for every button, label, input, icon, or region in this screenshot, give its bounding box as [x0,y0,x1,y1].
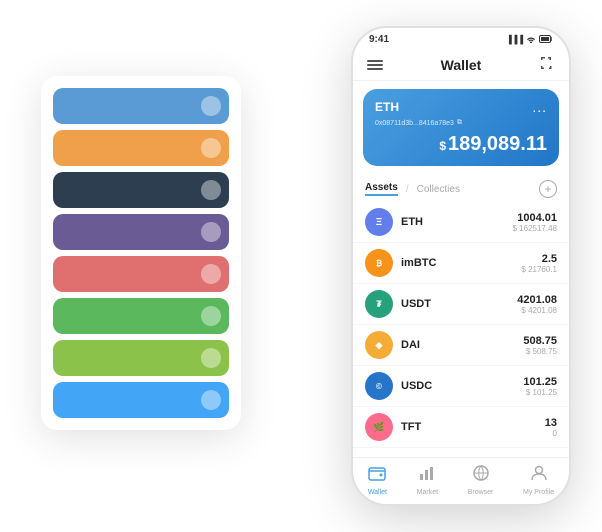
eth-address: 0x08711d3b...8416a78e3 ⧉ [375,119,547,127]
imbtc-usd: $ 21760.1 [521,265,557,274]
asset-item-eth[interactable]: Ξ ETH 1004.01 $ 162517.48 [353,202,569,243]
asset-values-dai: 508.75 $ 508.75 [523,335,557,356]
eth-address-text: 0x08711d3b...8416a78e3 [375,120,454,127]
profile-nav-icon [530,464,548,487]
assets-tabs: Assets / Collecties [365,182,460,196]
wifi-icon [526,35,536,45]
balance-amount: 189,089.11 [448,133,547,155]
add-asset-button[interactable]: + [539,180,557,198]
phone-mockup: 9:41 ▐▐▐ Wallet [351,26,571,506]
nav-market-label: Market [417,489,438,496]
wallet-nav-icon [368,464,386,487]
asset-name-eth: ETH [401,216,513,228]
asset-item-usdt[interactable]: ₮ USDT 4201.08 $ 4201.08 [353,284,569,325]
eth-amount: 1004.01 [513,212,558,224]
asset-name-usdc: USDC [401,380,523,392]
card-item-8[interactable] [53,382,229,418]
status-bar: 9:41 ▐▐▐ [353,28,569,49]
card-dot [201,306,221,326]
eth-usd: $ 162517.48 [513,224,558,233]
asset-values-eth: 1004.01 $ 162517.48 [513,212,558,233]
card-list-widget [41,76,241,430]
eth-icon: Ξ [365,208,393,236]
menu-line [367,64,383,66]
card-item-6[interactable] [53,298,229,334]
usdc-usd: $ 101.25 [523,388,557,397]
market-nav-icon [418,464,436,487]
usdc-amount: 101.25 [523,376,557,388]
page-title: Wallet [441,57,482,73]
nav-wallet[interactable]: Wallet [368,464,387,496]
tft-usd: 0 [545,429,557,438]
nav-profile-label: My Profile [523,489,554,496]
eth-card-header: ETH ... [375,99,547,115]
signal-icon: ▐▐▐ [506,35,523,44]
card-dot [201,138,221,158]
card-dot [201,264,221,284]
eth-card-name: ETH [375,100,399,114]
tft-icon: 🌿 [365,413,393,441]
asset-list: Ξ ETH 1004.01 $ 162517.48 ₿ imBTC 2.5 $ … [353,202,569,457]
card-item-5[interactable] [53,256,229,292]
menu-line [367,68,383,70]
tab-assets[interactable]: Assets [365,182,398,196]
asset-values-tft: 13 0 [545,417,557,438]
asset-item-dai[interactable]: ◈ DAI 508.75 $ 508.75 [353,325,569,366]
card-item-4[interactable] [53,214,229,250]
asset-name-imbtc: imBTC [401,257,521,269]
card-dot [201,96,221,116]
usdt-usd: $ 4201.08 [517,306,557,315]
eth-card[interactable]: ETH ... 0x08711d3b...8416a78e3 ⧉ $189,08… [363,89,559,166]
card-item-1[interactable] [53,88,229,124]
asset-values-usdt: 4201.08 $ 4201.08 [517,294,557,315]
asset-values-usdc: 101.25 $ 101.25 [523,376,557,397]
asset-values-imbtc: 2.5 $ 21760.1 [521,253,557,274]
status-icons: ▐▐▐ [506,35,553,45]
dai-icon: ◈ [365,331,393,359]
phone-body: ETH ... 0x08711d3b...8416a78e3 ⧉ $189,08… [353,81,569,457]
imbtc-amount: 2.5 [521,253,557,265]
card-item-2[interactable] [53,130,229,166]
nav-market[interactable]: Market [417,464,438,496]
asset-item-tft[interactable]: 🌿 TFT 13 0 [353,407,569,448]
card-item-3[interactable] [53,172,229,208]
asset-name-tft: TFT [401,421,545,433]
eth-balance: $189,089.11 [375,133,547,156]
nav-profile[interactable]: My Profile [523,464,554,496]
browser-nav-icon [472,464,490,487]
status-time: 9:41 [369,34,389,45]
dai-amount: 508.75 [523,335,557,347]
bottom-nav: Wallet Market Browser My Profile [353,457,569,504]
eth-copy-icon[interactable]: ⧉ [457,119,462,127]
dai-usd: $ 508.75 [523,347,557,356]
scene: 9:41 ▐▐▐ Wallet [21,16,581,516]
card-item-7[interactable] [53,340,229,376]
usdt-icon: ₮ [365,290,393,318]
asset-name-dai: DAI [401,339,523,351]
menu-button[interactable] [367,60,383,70]
tft-amount: 13 [545,417,557,429]
balance-currency: $ [439,139,446,153]
menu-line [367,60,383,62]
tab-collecties[interactable]: Collecties [417,184,460,195]
imbtc-icon: ₿ [365,249,393,277]
usdc-icon: © [365,372,393,400]
eth-more-icon[interactable]: ... [532,99,547,115]
card-dot [201,222,221,242]
nav-browser[interactable]: Browser [468,464,494,496]
card-dot [201,180,221,200]
phone-header: Wallet [353,49,569,81]
usdt-amount: 4201.08 [517,294,557,306]
expand-icon[interactable] [539,55,555,74]
nav-wallet-label: Wallet [368,489,387,496]
assets-header: Assets / Collecties + [353,174,569,202]
asset-item-imbtc[interactable]: ₿ imBTC 2.5 $ 21760.1 [353,243,569,284]
tab-divider: / [406,184,409,195]
card-dot [201,348,221,368]
card-dot [201,390,221,410]
asset-item-usdc[interactable]: © USDC 101.25 $ 101.25 [353,366,569,407]
battery-icon [539,35,553,45]
nav-browser-label: Browser [468,489,494,496]
asset-name-usdt: USDT [401,298,517,310]
